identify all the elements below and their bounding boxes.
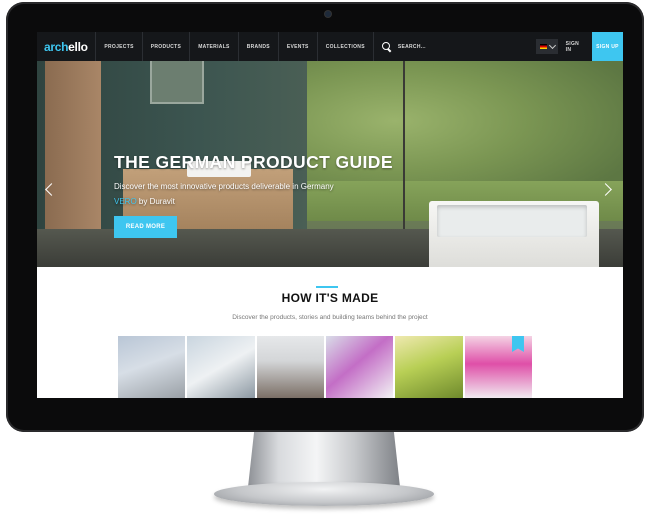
chevron-down-icon [548,41,556,49]
nav-item-materials[interactable]: MATERIALS [189,32,238,61]
nav-item-collections[interactable]: COLLECTIONS [316,32,373,61]
top-navigation: archello PROJECTS PRODUCTS MATERIALS BRA… [37,32,623,61]
hero-credit: VERO by Duravit [114,197,175,206]
hero-slider: THE GERMAN PRODUCT GUIDE Discover the mo… [37,61,623,267]
project-tile[interactable] [395,336,463,398]
logo[interactable]: archello [37,40,95,54]
ribbon-badge-icon [511,336,524,352]
project-tile[interactable] [256,336,324,398]
hero-image-mirror [150,61,204,104]
search-bar[interactable]: SEARCH... [372,32,533,61]
section-accent-bar [316,286,338,288]
sign-in-link[interactable]: SIGN IN [558,41,592,53]
read-more-button[interactable]: READ MORE [114,216,177,238]
nav-item-events[interactable]: EVENTS [277,32,317,61]
section-subtitle: Discover the products, stories and build… [232,314,428,321]
project-tile[interactable] [325,336,394,398]
hero-credit-by: by Duravit [136,197,175,206]
logo-suffix: ello [68,39,88,54]
flag-icon [539,44,547,49]
search-input[interactable]: SEARCH... [398,44,426,50]
project-tile[interactable] [464,336,532,398]
nav-item-products[interactable]: PRODUCTS [141,32,189,61]
screen: archello PROJECTS PRODUCTS MATERIALS BRA… [37,32,623,398]
section-title: HOW IT'S MADE [281,291,379,305]
hero-credit-brand-link[interactable]: VERO [114,197,137,206]
search-icon[interactable] [381,42,392,53]
hero-subtitle: Discover the most innovative products de… [114,182,334,191]
logo-prefix: arch [44,39,69,54]
project-tile[interactable] [187,336,255,398]
project-tiles [118,336,532,398]
sign-up-button[interactable]: SIGN UP [592,32,623,61]
project-tile[interactable] [118,336,186,398]
monitor-stand-base [214,482,434,506]
nav-item-brands[interactable]: BRANDS [237,32,278,61]
monitor-bezel: archello PROJECTS PRODUCTS MATERIALS BRA… [6,2,644,432]
hero-title: THE GERMAN PRODUCT GUIDE [114,152,393,172]
language-selector[interactable] [536,39,558,54]
monitor-stand-neck [248,432,400,487]
camera-icon [325,11,331,17]
nav-item-projects[interactable]: PROJECTS [95,32,141,61]
hero-image-bathtub-inner [437,205,587,237]
nav-menu: PROJECTS PRODUCTS MATERIALS BRANDS EVENT… [95,32,372,61]
